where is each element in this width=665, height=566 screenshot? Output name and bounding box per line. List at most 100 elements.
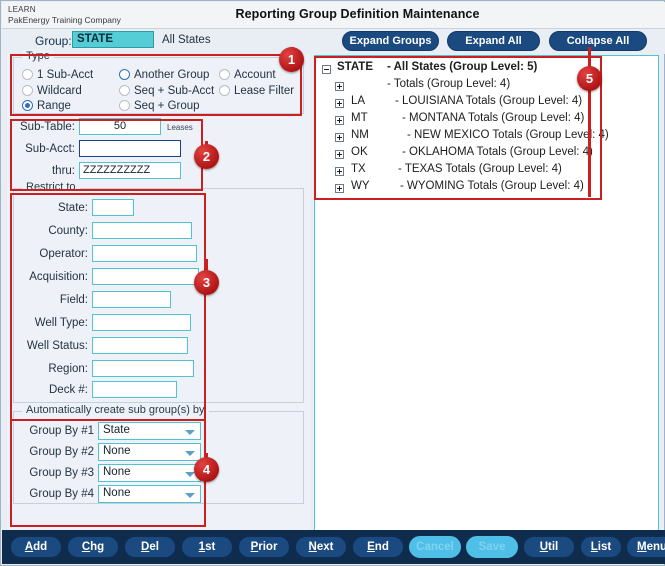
sub-table-input[interactable]: 50 bbox=[79, 118, 161, 135]
region-label: Region: bbox=[48, 363, 88, 375]
tree-row-code: LA bbox=[351, 95, 366, 107]
radio-icon bbox=[219, 69, 230, 80]
well-status-label: Well Status: bbox=[26, 340, 88, 352]
operator-input[interactable] bbox=[92, 245, 197, 262]
prior-button[interactable]: Prior bbox=[238, 536, 290, 558]
well-type-label: Well Type: bbox=[34, 317, 88, 329]
radio-range[interactable]: Range bbox=[22, 100, 71, 112]
group-by-3-select[interactable]: None bbox=[98, 464, 201, 482]
radio-icon bbox=[22, 69, 33, 80]
first-button[interactable]: 1st bbox=[181, 536, 233, 558]
collapse-all-button[interactable]: Collapse All bbox=[549, 31, 647, 51]
group-by-2-select[interactable]: None bbox=[98, 443, 201, 461]
radio-label: Seq + Group bbox=[134, 100, 200, 112]
radio-label: Wildcard bbox=[37, 85, 82, 97]
cancel-button-label: Cancel bbox=[416, 541, 454, 553]
radio-icon bbox=[119, 85, 130, 96]
state-input[interactable] bbox=[92, 199, 134, 216]
next-button-rest: ext bbox=[316, 541, 334, 553]
radio-label: Another Group bbox=[134, 69, 210, 81]
tree-row-description: - TEXAS Totals (Group Level: 4) bbox=[398, 163, 562, 175]
radio-lease-filter[interactable]: Lease Filter bbox=[219, 85, 294, 97]
menu-button-rest: enu bbox=[646, 541, 665, 553]
radio-1-sub-acct[interactable]: 1 Sub-Acct bbox=[22, 69, 93, 81]
expand-toggle-icon[interactable] bbox=[335, 133, 344, 142]
well-status-input[interactable] bbox=[92, 337, 188, 354]
group-input[interactable]: STATE bbox=[72, 31, 154, 48]
tree-row-code: MT bbox=[351, 112, 368, 124]
sub-table-label: Sub-Table: bbox=[20, 121, 75, 133]
tree-row-description: - Totals (Group Level: 4) bbox=[387, 78, 511, 90]
expand-toggle-icon[interactable] bbox=[335, 82, 344, 91]
type-legend: Type bbox=[22, 50, 54, 62]
accel: E bbox=[367, 541, 375, 553]
radio-label: Range bbox=[37, 100, 71, 112]
delete-button[interactable]: Del bbox=[124, 536, 176, 558]
county-input[interactable] bbox=[92, 222, 192, 239]
end-button-rest: nd bbox=[374, 541, 389, 553]
expand-groups-button[interactable]: Expand Groups bbox=[342, 31, 439, 51]
group-by-legend: Automatically create sub group(s) by bbox=[22, 404, 209, 416]
end-button[interactable]: End bbox=[352, 536, 404, 558]
acquisition-input[interactable] bbox=[92, 268, 199, 285]
group-by-3-label: Group By #3 bbox=[29, 467, 94, 479]
expand-toggle-icon[interactable] bbox=[335, 150, 344, 159]
radio-label: Lease Filter bbox=[234, 85, 295, 97]
radio-icon bbox=[219, 85, 230, 96]
collapse-toggle-icon[interactable] bbox=[322, 65, 331, 74]
expand-toggle-icon[interactable] bbox=[335, 116, 344, 125]
type-fieldset: Type 1 Sub-Acct Another Group Account Wi… bbox=[13, 50, 304, 114]
group-label: Group: bbox=[35, 34, 72, 48]
group-by-1-select[interactable]: State bbox=[98, 422, 201, 440]
radio-seq-group[interactable]: Seq + Group bbox=[119, 100, 200, 112]
well-type-input[interactable] bbox=[92, 314, 191, 331]
expand-toggle-icon[interactable] bbox=[335, 99, 344, 108]
region-input[interactable] bbox=[92, 360, 194, 377]
add-button[interactable]: Add bbox=[10, 536, 62, 558]
group-by-fieldset: Automatically create sub group(s) by Gro… bbox=[13, 404, 304, 504]
tree-row-description: - WYOMING Totals (Group Level: 4) bbox=[400, 180, 584, 192]
list-button-rest: ist bbox=[597, 541, 612, 553]
deck-number-input[interactable] bbox=[92, 381, 177, 398]
tree-row-code: WY bbox=[351, 180, 370, 192]
save-button: Save bbox=[466, 536, 518, 558]
menu-button[interactable]: Menu bbox=[626, 536, 665, 558]
accel: C bbox=[81, 541, 91, 553]
list-button[interactable]: List bbox=[580, 536, 622, 558]
radio-seq-sub-acct[interactable]: Seq + Sub-Acct bbox=[119, 85, 214, 97]
tree-toolbar: Expand Groups Expand All Collapse All bbox=[314, 31, 662, 53]
next-button[interactable]: Next bbox=[295, 536, 347, 558]
chevron-down-icon bbox=[185, 451, 195, 456]
field-input[interactable] bbox=[92, 291, 171, 308]
field-label: Field: bbox=[59, 294, 88, 306]
sub-acct-input[interactable] bbox=[79, 140, 181, 157]
save-button-label: Save bbox=[478, 541, 506, 553]
group-tree-panel[interactable]: STATE - All States (Group Level: 5) - To… bbox=[314, 55, 659, 531]
acquisition-label: Acquisition: bbox=[29, 271, 88, 283]
tree-row-code: TX bbox=[351, 163, 366, 175]
accel: L bbox=[590, 541, 598, 553]
util-button[interactable]: Util bbox=[523, 536, 575, 558]
group-by-3-value: None bbox=[103, 466, 131, 478]
chevron-down-icon bbox=[185, 430, 195, 435]
restrict-legend: Restrict to bbox=[22, 181, 80, 193]
expand-toggle-icon[interactable] bbox=[335, 167, 344, 176]
chevron-down-icon bbox=[185, 493, 195, 498]
tree-row-description: - LOUISIANA Totals (Group Level: 4) bbox=[395, 95, 583, 107]
restrict-to-fieldset: Restrict to State: County: Operator: Acq… bbox=[13, 181, 304, 403]
thru-input[interactable]: ZZZZZZZZZZ bbox=[79, 162, 181, 179]
expand-toggle-icon[interactable] bbox=[335, 184, 344, 193]
group-by-2-value: None bbox=[103, 445, 131, 457]
accel: M bbox=[636, 541, 647, 553]
radio-icon bbox=[119, 69, 130, 80]
change-button[interactable]: Chg bbox=[67, 536, 119, 558]
radio-account[interactable]: Account bbox=[219, 69, 276, 81]
chevron-down-icon bbox=[185, 472, 195, 477]
radio-another-group[interactable]: Another Group bbox=[119, 69, 209, 81]
tree-row-description: - OKLAHOMA Totals (Group Level: 4) bbox=[402, 146, 593, 158]
group-by-4-select[interactable]: None bbox=[98, 485, 201, 503]
expand-all-button[interactable]: Expand All bbox=[447, 31, 540, 51]
page-title: Reporting Group Definition Maintenance bbox=[235, 7, 480, 21]
radio-wildcard[interactable]: Wildcard bbox=[22, 85, 82, 97]
tree-row-code: STATE bbox=[337, 61, 373, 73]
